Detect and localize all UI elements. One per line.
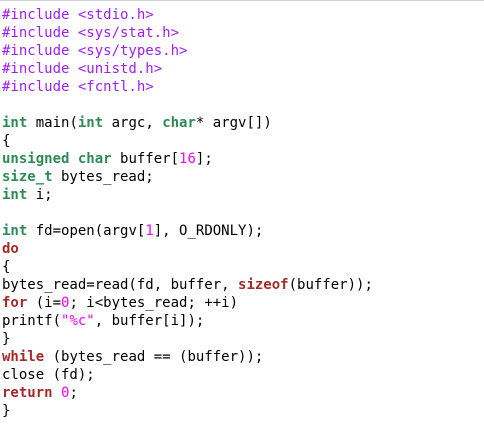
code-line[interactable] xyxy=(2,96,373,114)
code-token: for xyxy=(2,295,28,311)
code-line[interactable]: int fd=open(argv[1], O_RDONLY); xyxy=(2,222,373,240)
code-token: char xyxy=(162,115,196,131)
code-token: #include <sys/stat.h> xyxy=(2,25,180,41)
code-token: ], O_RDONLY); xyxy=(153,223,264,239)
code-token: #include <fcntl.h> xyxy=(2,79,154,95)
code-token: (i= xyxy=(27,295,62,311)
code-token: 16 xyxy=(179,151,196,167)
code-line[interactable]: #include <sys/stat.h> xyxy=(2,24,373,42)
code-line[interactable]: { xyxy=(2,258,373,276)
code-token: fd=open(argv[ xyxy=(27,223,146,239)
code-token: { xyxy=(2,259,11,275)
code-line[interactable]: #include <unistd.h> xyxy=(2,60,373,78)
code-token: printf( xyxy=(2,313,62,329)
code-token: (buffer)); xyxy=(288,277,373,293)
code-line[interactable]: return 0; xyxy=(2,384,373,402)
code-token: close (fd); xyxy=(2,367,95,383)
code-token: unsigned xyxy=(2,151,70,167)
code-line[interactable]: size_t bytes_read; xyxy=(2,168,373,186)
code-token: int xyxy=(2,187,28,203)
code-token: ; xyxy=(69,385,78,401)
code-line[interactable]: #include <stdio.h> xyxy=(2,6,373,24)
code-token: #include <sys/types.h> xyxy=(2,43,188,59)
code-token: bytes_read; xyxy=(52,169,154,185)
code-token: int xyxy=(77,115,104,131)
code-token: #include <unistd.h> xyxy=(2,61,163,77)
code-token: size_t xyxy=(2,169,53,185)
code-token: { xyxy=(2,133,11,149)
code-line[interactable]: do xyxy=(2,240,373,258)
code-token: bytes_read=read(fd, buffer, xyxy=(2,277,239,293)
code-line[interactable]: bytes_read=read(fd, buffer, sizeof(buffe… xyxy=(2,276,373,294)
code-token: char xyxy=(77,151,112,167)
code-token: ]; xyxy=(195,151,213,167)
code-token: int xyxy=(2,115,28,131)
code-token: * argv[]) xyxy=(195,115,272,131)
code-token: 1 xyxy=(145,223,154,239)
code-token: } xyxy=(2,403,11,419)
code-line[interactable]: #include <sys/types.h> xyxy=(2,42,373,60)
code-line[interactable]: } xyxy=(2,402,373,420)
code-token: (bytes_read == (buffer)); xyxy=(44,349,264,365)
code-token: sizeof xyxy=(238,277,289,293)
code-token: argc, xyxy=(103,115,163,131)
code-token: int xyxy=(2,223,28,239)
code-token: main( xyxy=(27,115,78,131)
code-line[interactable]: close (fd); xyxy=(2,366,373,384)
code-line[interactable]: int main(int argc, char* argv[]) xyxy=(2,114,373,132)
code-token: } xyxy=(2,331,11,347)
code-token: return xyxy=(2,385,53,401)
code-line[interactable]: while (bytes_read == (buffer)); xyxy=(2,348,373,366)
code-token: while xyxy=(2,349,45,365)
code-token: "%c" xyxy=(61,313,95,329)
code-editor[interactable]: #include <stdio.h> #include <sys/stat.h> #… xyxy=(0,0,484,440)
code-token: i; xyxy=(27,187,53,203)
code-line[interactable]: { xyxy=(2,132,373,150)
code-line[interactable]: } xyxy=(2,330,373,348)
code-line[interactable]: printf("%c", buffer[i]); xyxy=(2,312,373,330)
code-token: do xyxy=(2,241,19,257)
code-area[interactable]: #include <stdio.h> #include <sys/stat.h> #… xyxy=(2,6,373,420)
code-token: ; i<bytes_read; ++i) xyxy=(69,295,239,311)
code-line[interactable]: #include <fcntl.h> xyxy=(2,78,373,96)
code-line[interactable] xyxy=(2,204,373,222)
code-token: buffer[ xyxy=(111,151,180,167)
code-token: , buffer[i]); xyxy=(94,313,205,329)
code-line[interactable]: for (i=0; i<bytes_read; ++i) xyxy=(2,294,373,312)
code-token: #include <stdio.h> xyxy=(2,7,154,23)
code-line[interactable]: int i; xyxy=(2,186,373,204)
code-line[interactable]: unsigned char buffer[16]; xyxy=(2,150,373,168)
editor-top-border xyxy=(0,0,484,1)
